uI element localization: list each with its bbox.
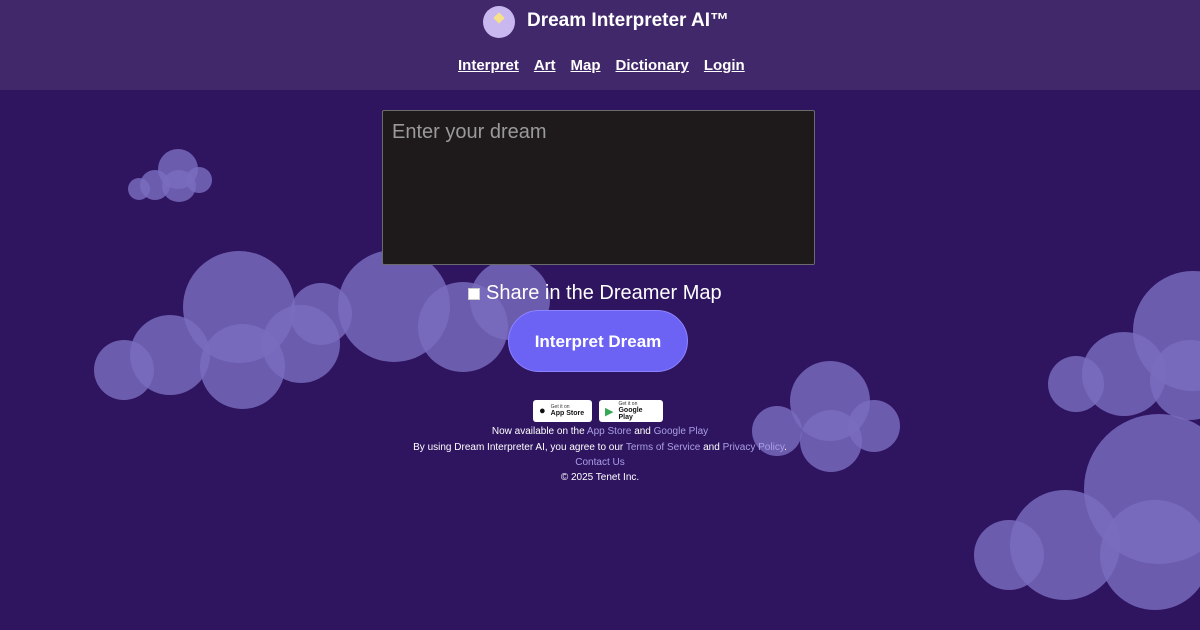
app-store-link[interactable]: App Store xyxy=(587,426,631,437)
availability-prefix: Now available on the xyxy=(491,426,585,437)
share-label[interactable]: Share in the Dreamer Map xyxy=(486,282,722,305)
terms-text: By using Dream Interpreter AI, you agree… xyxy=(0,442,1200,453)
app-store-badge[interactable]: ● Get it on App Store xyxy=(533,400,592,422)
contact-us-link[interactable]: Contact Us xyxy=(575,457,624,468)
nav-interpret[interactable]: Interpret xyxy=(458,57,519,74)
interpret-dream-button[interactable]: Interpret Dream xyxy=(508,310,688,372)
app-store-label: App Store xyxy=(550,410,585,417)
google-play-icon: ▶ xyxy=(605,405,614,418)
contact-line: Contact Us xyxy=(0,457,1200,468)
dream-input[interactable] xyxy=(382,110,815,265)
privacy-policy-link[interactable]: Privacy Policy xyxy=(723,442,785,453)
site-title[interactable]: Dream Interpreter AI™ xyxy=(527,10,729,32)
and-text: and xyxy=(703,442,720,453)
nav-dictionary[interactable]: Dictionary xyxy=(616,57,689,74)
nav-art[interactable]: Art xyxy=(534,57,556,74)
nav-login[interactable]: Login xyxy=(704,57,745,74)
terms-of-service-link[interactable]: Terms of Service xyxy=(626,442,700,453)
main-nav: Interpret Art Map Dictionary Login xyxy=(458,57,745,74)
period: . xyxy=(784,442,787,453)
logo-icon[interactable] xyxy=(483,6,515,38)
google-play-label: Google Play xyxy=(618,406,643,421)
share-checkbox[interactable] xyxy=(468,287,480,300)
and-text: and xyxy=(634,426,651,437)
apple-icon: ● xyxy=(539,405,546,417)
terms-prefix: By using Dream Interpreter AI, you agree… xyxy=(413,442,624,453)
share-option: Share in the Dreamer Map xyxy=(468,282,722,305)
nav-map[interactable]: Map xyxy=(571,57,601,74)
site-header: Dream Interpreter AI™ Interpret Art Map … xyxy=(0,0,1200,90)
availability-text: Now available on the App Store and Googl… xyxy=(0,426,1200,437)
google-play-link[interactable]: Google Play xyxy=(654,426,708,437)
google-play-badge[interactable]: ▶ Get it on Google Play xyxy=(599,400,663,422)
copyright: © 2025 Tenet Inc. xyxy=(560,472,640,483)
